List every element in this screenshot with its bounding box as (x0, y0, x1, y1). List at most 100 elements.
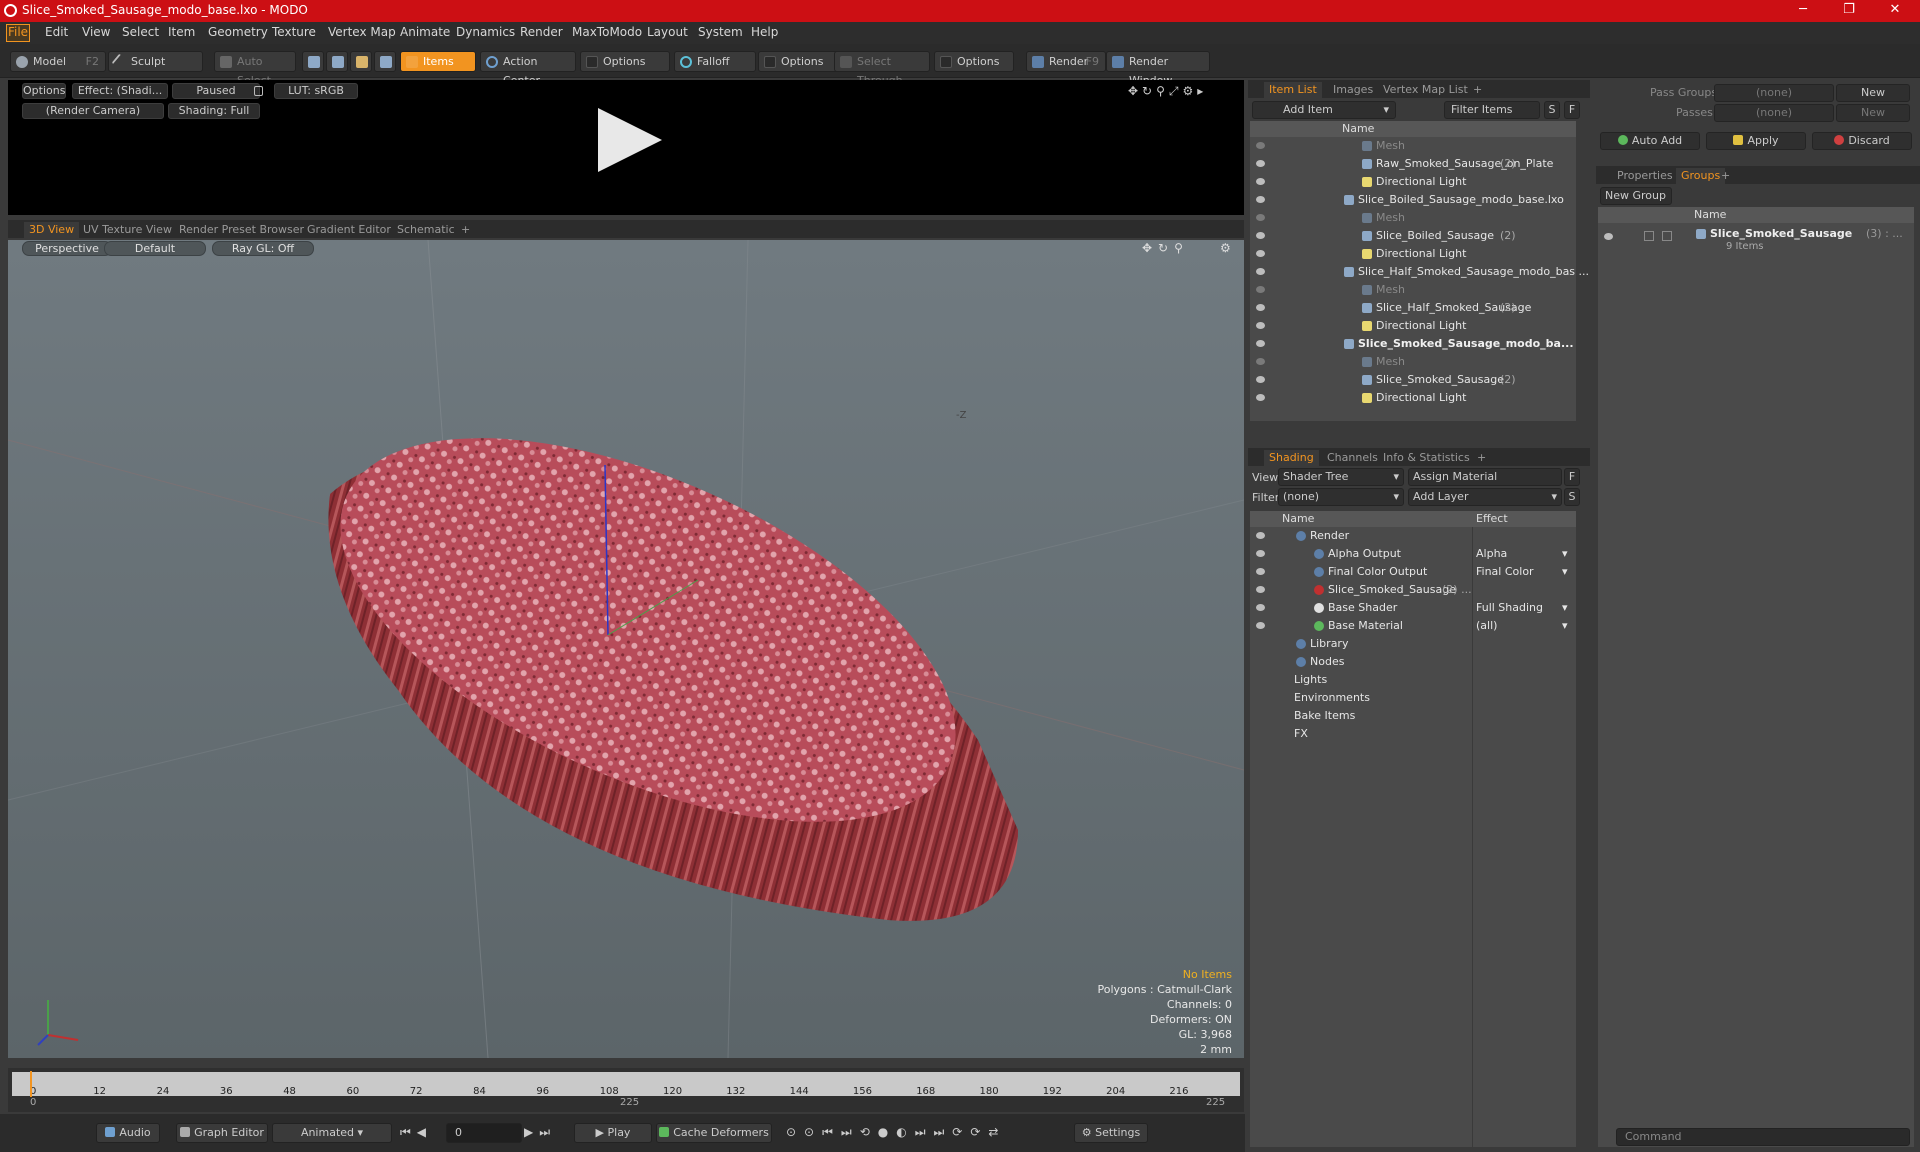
frame-input[interactable]: 0 (446, 1123, 522, 1143)
apply-button[interactable]: Apply (1706, 132, 1806, 150)
frame-step-back-icons[interactable]: ⏮◀ (400, 1125, 432, 1140)
item-list-row[interactable]: Mesh (1250, 353, 1576, 371)
graph-editor-button[interactable]: Graph Editor (176, 1123, 268, 1143)
eye-icon[interactable] (1256, 142, 1265, 149)
menu-view[interactable]: View (82, 25, 110, 39)
checkbox-icon[interactable] (1644, 231, 1654, 241)
items-mode-button[interactable]: Items (400, 51, 476, 72)
preview-shading-dropdown[interactable]: Shading: Full (168, 103, 260, 119)
shader-tree-row[interactable]: Render (1250, 527, 1576, 545)
menu-vertex-map[interactable]: Vertex Map (328, 25, 396, 39)
polygons-mode-button[interactable] (350, 51, 372, 72)
menu-dynamics[interactable]: Dynamics (456, 25, 515, 39)
filter-items-input[interactable]: Filter Items (1444, 101, 1540, 119)
eye-icon[interactable] (1256, 340, 1265, 347)
auto-add-button[interactable]: Auto Add (1600, 132, 1700, 150)
preview-nav-icons[interactable]: ✥↻⚲⤢⚙▸ (1128, 84, 1207, 99)
eye-icon[interactable] (1604, 233, 1613, 240)
lock-icon[interactable] (254, 86, 263, 96)
eye-icon[interactable] (1256, 376, 1265, 383)
eye-icon[interactable] (1256, 532, 1265, 539)
checkbox-icon[interactable] (1662, 231, 1672, 241)
falloff-options-button[interactable]: Options (758, 51, 840, 72)
shader-tree-row[interactable]: Base Shader Full Shading ▾ (1250, 599, 1576, 617)
shader-tree[interactable]: Name Effect Render Alpha Output Alpha ▾ Fina… (1250, 511, 1576, 1147)
menu-geometry[interactable]: Geometry (208, 25, 268, 39)
shader-tree-row[interactable]: FX (1250, 725, 1576, 743)
eye-icon[interactable] (1256, 196, 1265, 203)
menu-render[interactable]: Render (520, 25, 563, 39)
action-center-button[interactable]: Action Center (480, 51, 576, 87)
tab-render-preset-browser[interactable]: Render Preset Browser (174, 222, 309, 238)
shader-effect-dropdown[interactable]: Full Shading (1476, 599, 1543, 617)
assign-material-button[interactable]: Assign Material (1408, 468, 1562, 486)
item-list-row[interactable]: Slice_Boiled_Sausage (2) (1250, 227, 1576, 245)
item-list-row[interactable]: Raw_Smoked_Sausage_on_Plate (2) (1250, 155, 1576, 173)
tab-info-statistics[interactable]: Info & Statistics (1378, 450, 1475, 466)
new-pass-button[interactable]: New (1836, 104, 1910, 122)
group-row[interactable]: Slice_Smoked_Sausage (3) : ... 9 Items (1602, 227, 1912, 259)
shading-search-button[interactable]: S (1564, 488, 1580, 506)
cache-deformers-button[interactable]: Cache Deformers (656, 1123, 772, 1143)
key-tools-icons[interactable]: ⊙⊙⏮⏭⟲●◐⏭⏭⟳⟳⇄ (786, 1125, 1006, 1140)
item-list-row[interactable]: Directional Light (1250, 389, 1576, 407)
menu-animate[interactable]: Animate (400, 25, 450, 39)
eye-icon[interactable] (1256, 250, 1265, 257)
new-pass-group-button[interactable]: New (1836, 84, 1910, 102)
eye-icon[interactable] (1256, 286, 1265, 293)
add-tab-button[interactable]: + (1716, 168, 1735, 184)
passes-dropdown[interactable]: (none) (1714, 104, 1834, 122)
shader-tree-row[interactable]: Bake Items (1250, 707, 1576, 725)
filter-options-button[interactable]: F (1564, 101, 1580, 119)
item-list-row[interactable]: Slice_Half_Smoked_Sausage (2) (1250, 299, 1576, 317)
menu-edit[interactable]: Edit (45, 25, 68, 39)
timeline-playhead[interactable] (30, 1071, 32, 1097)
shader-tree-row[interactable]: Final Color Output Final Color ▾ (1250, 563, 1576, 581)
shader-effect-dropdown[interactable]: (all) (1476, 617, 1497, 635)
shader-tree-row[interactable]: Base Material (all) ▾ (1250, 617, 1576, 635)
item-list-row[interactable]: Directional Light (1250, 245, 1576, 263)
timeline-track[interactable]: 0 12 24 36 48 60 72 84 96 108 120 132 144 156 168 180 19… (12, 1072, 1240, 1097)
eye-icon[interactable] (1256, 304, 1265, 311)
item-list-row[interactable]: Mesh (1250, 209, 1576, 227)
animated-dropdown[interactable]: Animated ▾ (272, 1123, 392, 1143)
preview-paused-button[interactable]: Paused (172, 83, 260, 99)
play-icon[interactable] (598, 108, 662, 172)
shader-tree-row[interactable]: Library (1250, 635, 1576, 653)
tab-channels[interactable]: Channels (1322, 450, 1383, 466)
menu-layout[interactable]: Layout (647, 25, 688, 39)
eye-icon[interactable] (1256, 358, 1265, 365)
shader-tree-row[interactable]: Lights (1250, 671, 1576, 689)
command-input[interactable]: Command (1616, 1128, 1910, 1146)
edges-mode-button[interactable] (326, 51, 348, 72)
preview-lut-dropdown[interactable]: LUT: sRGB (274, 83, 358, 99)
menu-help[interactable]: Help (751, 25, 778, 39)
item-list-row[interactable]: Mesh (1250, 281, 1576, 299)
select-through-button[interactable]: Select Through (834, 51, 930, 87)
tab-3d-view[interactable]: 3D View (24, 222, 80, 238)
search-options-button[interactable]: S (1544, 101, 1560, 119)
eye-icon[interactable] (1256, 232, 1265, 239)
eye-icon[interactable] (1256, 394, 1265, 401)
tab-properties[interactable]: Properties (1612, 168, 1678, 184)
tab-images[interactable]: Images (1328, 82, 1378, 98)
add-tab-button[interactable]: + (456, 222, 475, 238)
menu-file[interactable]: File (6, 24, 30, 42)
add-layer-dropdown[interactable]: Add Layer ▾ (1408, 488, 1562, 506)
shader-effect-dropdown[interactable]: Final Color (1476, 563, 1534, 581)
eye-icon[interactable] (1256, 322, 1265, 329)
menu-system[interactable]: System (698, 25, 743, 39)
auto-select-button[interactable]: Auto Select (214, 51, 296, 87)
action-center-options-button[interactable]: Options (580, 51, 670, 72)
tab-schematic[interactable]: Schematic (392, 222, 460, 238)
play-button[interactable]: ▶ Play (574, 1123, 652, 1143)
falloff-button[interactable]: Falloff (674, 51, 756, 72)
3d-viewport[interactable]: Perspective Default Ray GL: Off ✥↻⚲ ⚙ -Z (8, 240, 1244, 1058)
select-through-options-button[interactable]: Options (934, 51, 1014, 72)
add-item-dropdown[interactable]: Add Item ▾ (1252, 101, 1396, 119)
groups-list[interactable]: Name Slice_Smoked_Sausage (3) : ... 9 It… (1598, 207, 1914, 1147)
item-list-row[interactable]: Directional Light (1250, 317, 1576, 335)
shader-tree-row[interactable]: Environments (1250, 689, 1576, 707)
item-list-row[interactable]: Slice_Smoked_Sausage (2) (1250, 371, 1576, 389)
tab-uv-texture-view[interactable]: UV Texture View (78, 222, 177, 238)
